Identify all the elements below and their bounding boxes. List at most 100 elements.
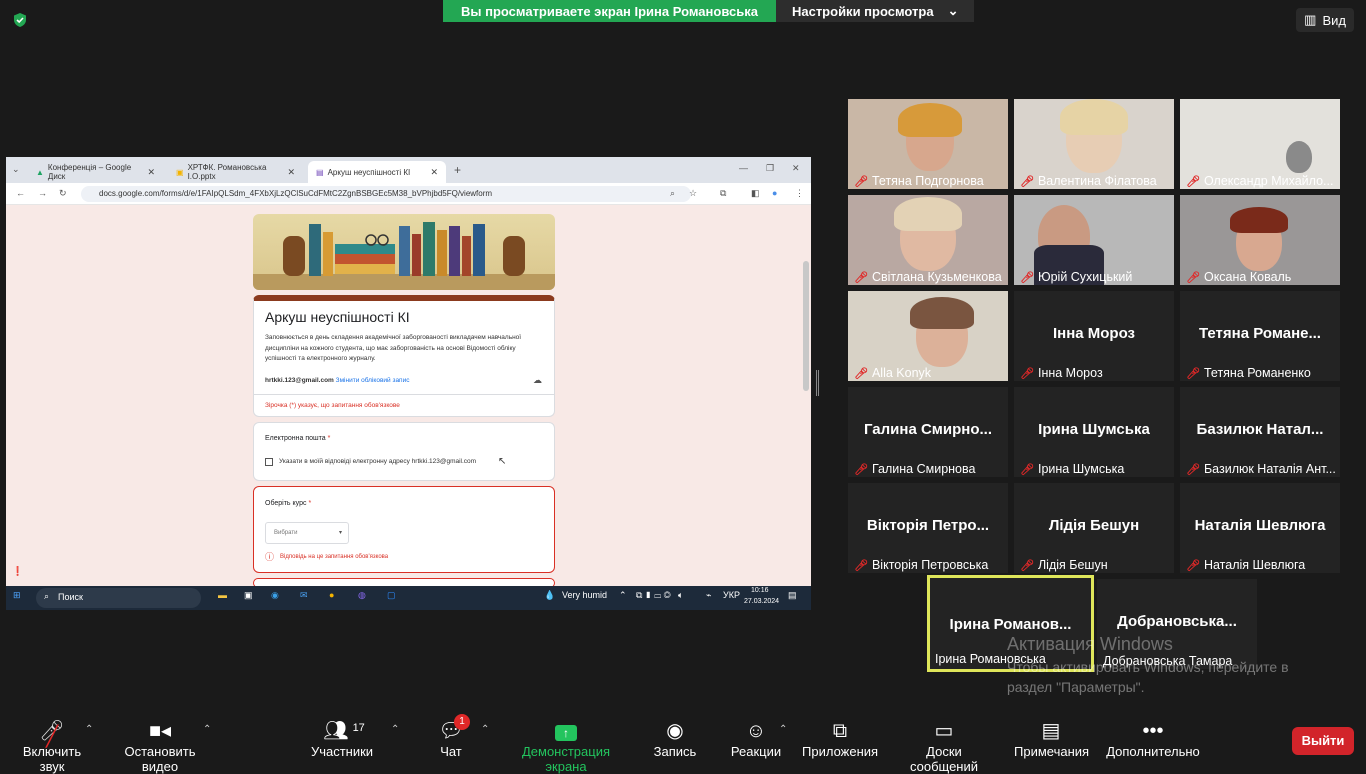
page-scrollbar[interactable] — [803, 261, 809, 391]
participant-tile[interactable]: 🎤︎ Оксана Коваль — [1180, 195, 1340, 285]
store-icon[interactable]: ▣ — [244, 590, 253, 601]
course-select[interactable]: Вибрати ▾ — [265, 522, 349, 544]
share-screen-button[interactable]: ↑ Демонстрация экрана — [504, 718, 628, 774]
unmute-button[interactable]: 🎤︎ ╱ Включить звук — [10, 718, 94, 774]
taskbar-time[interactable]: 10:16 — [751, 587, 769, 594]
audio-options-chevron-icon[interactable]: ⌃ — [85, 724, 93, 735]
close-tab-icon[interactable]: ✕ — [147, 167, 155, 178]
close-tab-icon[interactable]: ✕ — [287, 167, 295, 178]
participant-tile[interactable]: Інна Мороз 🎤︎ Інна Мороз — [1014, 291, 1174, 381]
participant-tile[interactable]: Тетяна Романе... 🎤︎ Тетяна Романенко — [1180, 291, 1340, 381]
participant-tile[interactable]: 🎤︎ Alla Konyk — [848, 291, 1008, 381]
record-email-label[interactable]: Указати в моїй відповіді електронну адре… — [279, 458, 476, 465]
chat-label: Чат — [440, 744, 462, 759]
muted-mic-icon: 🎤︎ ╱ — [39, 720, 65, 748]
participant-tile[interactable]: Ірина Шумська 🎤︎ Ірина Шумська — [1014, 387, 1174, 477]
participant-tile[interactable]: Вікторія Петро... 🎤︎ Вікторія Петровська — [848, 483, 1008, 573]
more-dots-icon: ••• — [1142, 720, 1164, 742]
bookmark-star-icon[interactable]: ☆ — [689, 188, 697, 199]
participant-name: Ірина Шумська — [1037, 462, 1125, 476]
browser-menu-icon[interactable]: ⋮ — [795, 188, 804, 199]
profile-icon[interactable]: ● — [772, 188, 777, 198]
record-email-checkbox[interactable] — [265, 458, 273, 466]
notes-button[interactable]: ▤ Примечания — [1014, 718, 1089, 759]
whiteboard-icon: ▭ — [934, 720, 954, 742]
record-button[interactable]: ◉ Запись — [650, 718, 700, 759]
participant-display-name: Лідія Бешун — [1048, 517, 1140, 534]
view-button[interactable]: ▥ Вид — [1296, 8, 1354, 32]
participants-options-chevron-icon[interactable]: ⌃ — [391, 724, 399, 735]
participant-name: Світлана Кузьменкова — [871, 270, 1002, 284]
apps-button[interactable]: ⧉ Приложения — [802, 718, 878, 759]
participant-name: Юрій Сухицький — [1037, 270, 1133, 284]
participant-tile[interactable]: Базилюк Натал... 🎤︎ Базилюк Наталія Ант..… — [1180, 387, 1340, 477]
volume-icon[interactable]: 🔈︎ — [678, 590, 683, 601]
chrome-icon[interactable]: ● — [329, 590, 334, 600]
windows-start-icon[interactable]: ⊞ — [13, 590, 21, 601]
video-options-chevron-icon[interactable]: ⌃ — [203, 724, 211, 735]
chat-options-chevron-icon[interactable]: ⌃ — [481, 724, 489, 735]
minimize-icon[interactable]: — — [739, 163, 748, 173]
forward-icon[interactable]: → — [38, 188, 47, 198]
security-shield-icon[interactable] — [12, 12, 28, 28]
participant-tile[interactable]: 🎤︎ Олександр Михайло... — [1180, 99, 1340, 189]
extensions-icon[interactable]: ⧉ — [720, 188, 726, 199]
tray-apps-icon[interactable]: ⧉ ▮ ▭ ◎ — [636, 590, 671, 601]
network-icon[interactable]: ⌁ — [706, 590, 711, 601]
stop-video-button[interactable]: ■◂ Остановить видео — [108, 718, 212, 774]
reload-icon[interactable]: ↻ — [59, 188, 67, 199]
language-indicator[interactable]: УКР — [723, 590, 740, 600]
participant-name: Олександр Михайло... — [1203, 174, 1334, 188]
maximize-icon[interactable]: ❐ — [766, 163, 774, 174]
new-tab-icon[interactable]: + — [454, 163, 461, 177]
browser-tab-pptx[interactable]: ▣ ХРТФК. Романовська І.О.pptx ✕ — [168, 161, 303, 183]
chat-button[interactable]: 💬︎ 1 Чат — [430, 714, 472, 759]
view-settings-button[interactable]: Настройки просмотра ⌄ — [775, 0, 975, 22]
mail-icon[interactable]: ✉ — [300, 590, 308, 601]
weather-text[interactable]: Very humid — [562, 590, 607, 600]
leave-button[interactable]: Выйти — [1292, 727, 1354, 755]
participants-count: 17 — [352, 722, 365, 734]
muted-mic-icon: 🎤︎ — [1020, 463, 1034, 476]
participant-name: Лідія Бешун — [1037, 558, 1108, 572]
participant-tile[interactable]: Галина Смирно... 🎤︎ Галина Смирнова — [848, 387, 1008, 477]
muted-mic-icon: 🎤︎ — [854, 271, 868, 284]
muted-mic-icon: 🎤︎ — [1186, 559, 1200, 572]
whiteboards-button[interactable]: ▭ Доски сообщений — [892, 718, 996, 774]
participant-tile[interactable]: 🎤︎ Валентина Філатова — [1014, 99, 1174, 189]
participant-tile[interactable]: Добрановська... Добрановська Тамара — [1097, 579, 1257, 669]
viber-icon[interactable]: ◍ — [358, 590, 366, 601]
edge-icon[interactable]: ◉ — [271, 590, 279, 601]
url-field[interactable]: docs.google.com/forms/d/e/1FAIpQLSdm_4FX… — [81, 186, 691, 202]
close-tab-icon[interactable]: ✕ — [430, 167, 438, 178]
participant-tile[interactable]: 🎤︎ Світлана Кузьменкова — [848, 195, 1008, 285]
participant-tile[interactable]: 🎤︎ Юрій Сухицький — [1014, 195, 1174, 285]
zoom-app-icon[interactable]: ▢ — [387, 590, 396, 601]
switch-account-link[interactable]: Змінити обліковий запис — [336, 377, 410, 384]
tray-chevron-icon[interactable]: ⌃ — [619, 590, 627, 601]
apps-label: Приложения — [802, 744, 879, 759]
participant-display-name: Галина Смирно... — [863, 421, 992, 438]
notifications-icon[interactable]: ▤ — [788, 590, 797, 601]
divider — [254, 394, 554, 395]
participant-tile[interactable]: 🎤︎ Тетяна Подгорнова — [848, 99, 1008, 189]
participants-button[interactable]: 👥︎ 17 Участники — [310, 718, 374, 759]
back-icon[interactable]: ← — [16, 188, 25, 198]
taskbar-search[interactable]: ⌕ Поиск — [36, 588, 201, 608]
participant-display-name: Тетяна Романе... — [1199, 325, 1321, 342]
participant-tile[interactable]: Лідія Бешун 🎤︎ Лідія Бешун — [1014, 483, 1174, 573]
taskbar-date[interactable]: 27.03.2024 — [744, 598, 779, 605]
browser-tab-drive[interactable]: ▲ Конференція – Google Диск ✕ — [28, 161, 163, 183]
tab-list-icon[interactable]: ⌄ — [12, 164, 20, 175]
reactions-options-chevron-icon[interactable]: ⌃ — [779, 724, 787, 735]
sidebar-icon[interactable]: ◧ — [751, 188, 760, 199]
file-explorer-icon[interactable]: ▬ — [218, 590, 227, 600]
close-window-icon[interactable]: ✕ — [792, 163, 800, 174]
required-star: * — [308, 500, 312, 507]
more-button[interactable]: ••• Дополнительно — [1106, 718, 1200, 759]
participant-tile[interactable]: Наталія Шевлюга 🎤︎ Наталія Шевлюга — [1180, 483, 1340, 573]
feedback-icon[interactable]: ❗ — [12, 566, 23, 577]
browser-tab-form[interactable]: ▤ Аркуш неуспішності КІ ✕ — [308, 161, 446, 183]
zoom-icon[interactable]: ⌕ — [670, 188, 675, 199]
resize-handle[interactable] — [816, 370, 819, 396]
